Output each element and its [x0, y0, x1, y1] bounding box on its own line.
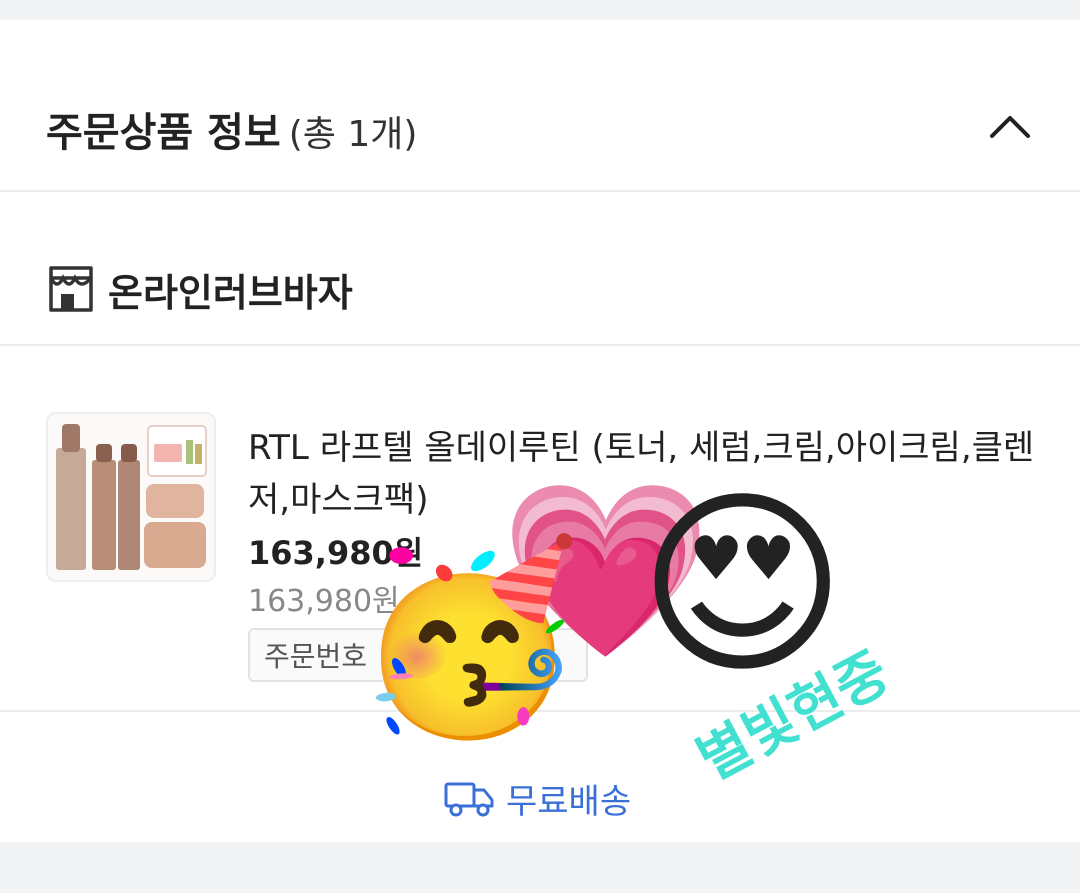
section-title-text: 주문상품 정보 [46, 110, 281, 156]
divider [0, 344, 1080, 346]
collapse-button[interactable] [982, 102, 1038, 152]
store-name: 온라인러브바자 [108, 271, 353, 315]
shipping-label: 무료배송 [506, 782, 632, 822]
product-brand: RTL [248, 428, 309, 468]
party-face-sticker: 🥳 [354, 531, 584, 745]
section-title: 주문상품 정보 (총 1개) [46, 100, 417, 158]
product-image [56, 424, 207, 570]
chevron-up-icon [990, 116, 1030, 138]
product-thumbnail[interactable] [46, 412, 216, 582]
truck-icon [444, 782, 494, 817]
store-icon [49, 266, 93, 312]
section-item-count: (총 1개) [288, 114, 418, 155]
divider [0, 190, 1080, 192]
